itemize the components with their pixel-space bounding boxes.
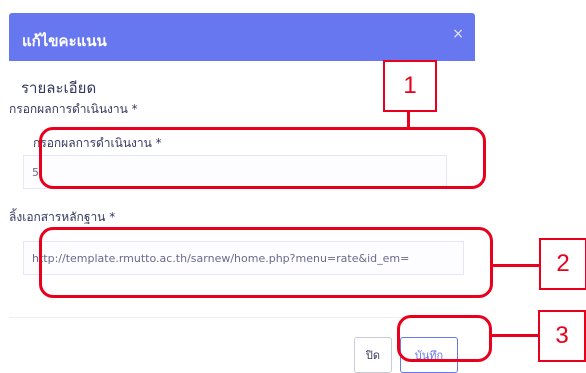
section-title: รายละเอียด <box>21 79 97 97</box>
close-button[interactable]: ปิด <box>354 337 392 373</box>
callout-number-1: 1 <box>383 60 437 112</box>
group-label: กรอกผลการดำเนินงาน * <box>9 102 138 116</box>
callout-number-3: 3 <box>538 310 586 362</box>
callout-highlight-2 <box>39 227 493 298</box>
callout-highlight-3 <box>397 315 492 362</box>
callout-connector-2 <box>491 264 539 267</box>
modal-header: แก้ไขคะแนน × <box>9 13 475 61</box>
close-icon[interactable]: × <box>452 27 464 41</box>
callout-highlight-1 <box>39 127 486 189</box>
evidence-link-label: ลิ้งเอกสารหลักฐาน * <box>9 210 116 224</box>
callout-connector-1 <box>407 112 410 128</box>
modal-title: แก้ไขคะแนน <box>22 32 107 50</box>
callout-connector-3 <box>490 334 538 337</box>
callout-number-2: 2 <box>539 238 586 290</box>
